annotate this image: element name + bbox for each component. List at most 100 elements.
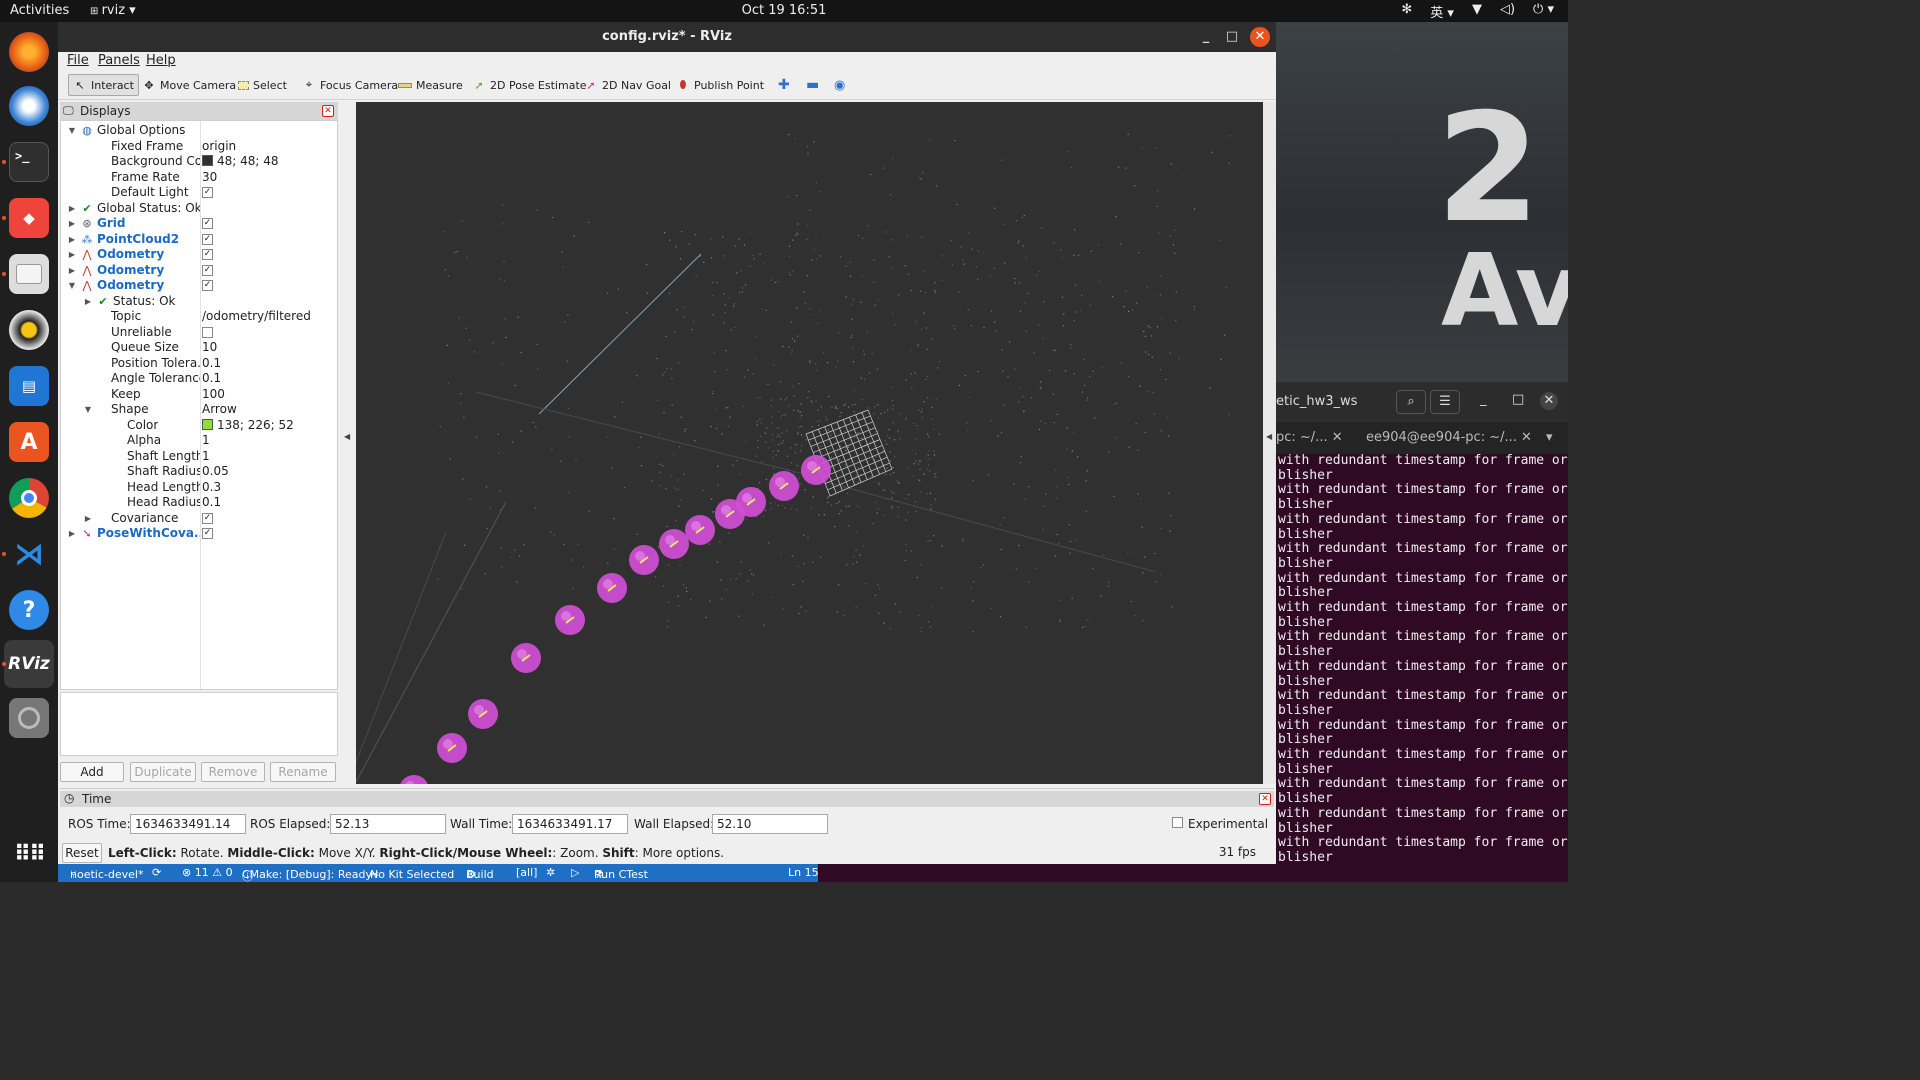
display-tree-row[interactable]: Fixed Frame origin [61, 139, 337, 155]
display-property-value[interactable]: 0.05 [202, 464, 229, 479]
display-tree-row[interactable]: Default Light ✓ [61, 185, 337, 201]
build-target[interactable]: [all] [516, 866, 537, 879]
display-property-value[interactable]: Arrow [202, 402, 237, 417]
collapse-arrow-icon[interactable]: ▼ [67, 278, 77, 293]
display-property-value[interactable]: 30 [202, 170, 217, 185]
tool-properties-button[interactable]: ◉ [830, 74, 849, 96]
vscode-icon[interactable]: ⋊ [9, 534, 49, 574]
system-tray[interactable]: ✻ 英 ▾ ▼ ◁) ⏻ ▾ [1401, 2, 1554, 21]
libreoffice-writer-icon[interactable]: ▤ [9, 366, 49, 406]
publish-point-tool[interactable]: ⬮ Publish Point [672, 74, 768, 96]
terminal-tab-1[interactable]: pc: ~/... ✕ [1276, 430, 1343, 445]
ros-time-field[interactable]: 1634633491.14 [130, 814, 246, 834]
problems-item[interactable]: ⊗ 11 ⚠ 0 [182, 866, 233, 879]
sync-icon[interactable]: ⟳ [152, 866, 161, 879]
maximize-icon[interactable]: □ [1512, 392, 1524, 407]
rename-button[interactable]: Rename [270, 762, 336, 782]
display-tree-row[interactable]: ▼ ◍ Global Options [61, 123, 337, 139]
expand-arrow-icon[interactable]: ▶ [67, 232, 77, 247]
select-tool[interactable]: Select [234, 74, 291, 96]
terminal-icon[interactable]: >_ [9, 142, 49, 182]
display-tree-row[interactable]: ▶ ⋀ Odometry ✓ [61, 247, 337, 263]
anydesk-icon[interactable]: ◆ [9, 198, 49, 238]
display-tree-row[interactable]: ▶ ⋀ Odometry ✓ [61, 263, 337, 279]
display-property-value[interactable]: 0.1 [202, 356, 221, 371]
reset-button[interactable]: Reset [62, 843, 102, 863]
display-tree-row[interactable]: Color 138; 226; 52 [61, 418, 337, 434]
enable-checkbox[interactable]: ✓ [202, 249, 213, 260]
enable-checkbox[interactable] [202, 326, 213, 338]
display-property-value[interactable]: 1 [202, 449, 210, 464]
display-property-value[interactable]: 1 [202, 433, 210, 448]
display-property-value[interactable]: 138; 226; 52 [202, 418, 294, 433]
display-property-value[interactable]: 100 [202, 387, 225, 402]
display-tree-row[interactable]: ▶ ✔ Global Status: Ok [61, 201, 337, 217]
display-property-value[interactable]: 10 [202, 340, 217, 355]
collapse-arrow-icon[interactable]: ▼ [67, 123, 77, 138]
display-property-value[interactable]: /odometry/filtered [202, 309, 311, 324]
display-property-value[interactable]: 0.1 [202, 495, 221, 510]
clock[interactable]: Oct 19 16:51 [0, 3, 1568, 18]
display-property-value[interactable]: origin [202, 139, 236, 154]
enable-checkbox[interactable]: ✓ [202, 264, 213, 276]
enable-checkbox[interactable]: ✓ [202, 233, 213, 245]
remove-button[interactable]: Remove [201, 762, 265, 782]
close-icon[interactable]: ✕ [1250, 27, 1270, 47]
maximize-icon[interactable]: □ [1222, 27, 1242, 47]
files-icon[interactable] [9, 254, 49, 294]
collapse-arrow-icon[interactable]: ▼ [83, 402, 93, 417]
minimize-icon[interactable]: _ [1480, 392, 1487, 407]
duplicate-button[interactable]: Duplicate [130, 762, 196, 782]
enable-checkbox[interactable]: ✓ [202, 528, 213, 539]
add-tool-button[interactable]: ✚ [774, 74, 794, 96]
display-tree-row[interactable]: Shaft Radius 0.05 [61, 464, 337, 480]
displays-tree[interactable]: ▼ ◍ Global Options Fixed Frame origin Backgro… [60, 120, 338, 690]
display-property-value[interactable]: 0.3 [202, 480, 221, 495]
display-property-value[interactable]: 48; 48; 48 [202, 154, 279, 169]
search-icon[interactable]: ⌕ [1396, 390, 1426, 414]
enable-checkbox[interactable]: ✓ [202, 280, 213, 291]
tabs-dropdown-icon[interactable]: ▾ [1546, 430, 1553, 445]
expand-arrow-icon[interactable]: ▶ [83, 511, 93, 526]
display-tree-row[interactable]: Queue Size 10 [61, 340, 337, 356]
display-tree-row[interactable]: Head Length 0.3 [61, 480, 337, 496]
enable-checkbox[interactable]: ✓ [202, 218, 213, 229]
move-camera-tool[interactable]: ✥ Move Camera [138, 74, 240, 96]
display-property-value[interactable]: 0.1 [202, 371, 221, 386]
cursor-position[interactable]: Ln 15 [788, 866, 819, 879]
display-tree-row[interactable]: Shaft Length 1 [61, 449, 337, 465]
close-panel-icon[interactable]: ✕ [1259, 793, 1271, 805]
display-tree-row[interactable]: ▶ ✔ Status: Ok [61, 294, 337, 310]
measure-tool[interactable]: Measure [394, 74, 467, 96]
menu-help[interactable]: Help [146, 53, 176, 68]
app-menu[interactable]: ⊞ rviz ▾ [90, 3, 136, 18]
rviz-dock-icon[interactable]: RViz [4, 640, 54, 688]
display-tree-row[interactable]: ▼ Shape Arrow [61, 402, 337, 418]
terminal-titlebar[interactable]: etic_hw3_ws ⌕ ☰ _ □ ✕ [1276, 382, 1568, 422]
display-tree-row[interactable]: ▶ ➘ PoseWithCova... ✓ [61, 526, 337, 542]
close-icon[interactable]: ✕ [1540, 392, 1558, 410]
remove-tool-button[interactable]: ▬ [802, 74, 823, 96]
chrome-icon[interactable] [9, 478, 49, 518]
tab-close-icon[interactable]: ✕ [1332, 430, 1343, 445]
window-titlebar[interactable]: config.rviz* - RViz _ □ ✕ [58, 22, 1276, 52]
input-method-indicator[interactable]: 英 ▾ [1430, 2, 1454, 21]
display-tree-row[interactable]: Position Tolera... 0.1 [61, 356, 337, 372]
display-tree-row[interactable]: Angle Tolerance 0.1 [61, 371, 337, 387]
display-tree-row[interactable]: Alpha 1 [61, 433, 337, 449]
expand-arrow-icon[interactable]: ▶ [67, 216, 77, 231]
help-icon[interactable]: ? [9, 590, 49, 630]
minimize-icon[interactable]: _ [1196, 27, 1216, 47]
wall-time-field[interactable]: 1634633491.17 [512, 814, 628, 834]
collapse-left-icon[interactable]: ◀ [344, 432, 350, 441]
expand-arrow-icon[interactable]: ▶ [67, 263, 77, 278]
collapse-right-icon[interactable]: ◀ [1266, 432, 1272, 441]
expand-arrow-icon[interactable]: ▶ [67, 526, 77, 541]
run-icon[interactable]: ▷ [571, 866, 579, 879]
hamburger-menu-icon[interactable]: ☰ [1430, 390, 1460, 414]
render-viewport[interactable] [356, 102, 1263, 784]
display-tree-row[interactable]: Unreliable [61, 325, 337, 341]
expand-arrow-icon[interactable]: ▶ [67, 247, 77, 262]
disc-icon[interactable] [9, 698, 49, 738]
close-panel-icon[interactable]: ✕ [322, 105, 334, 117]
